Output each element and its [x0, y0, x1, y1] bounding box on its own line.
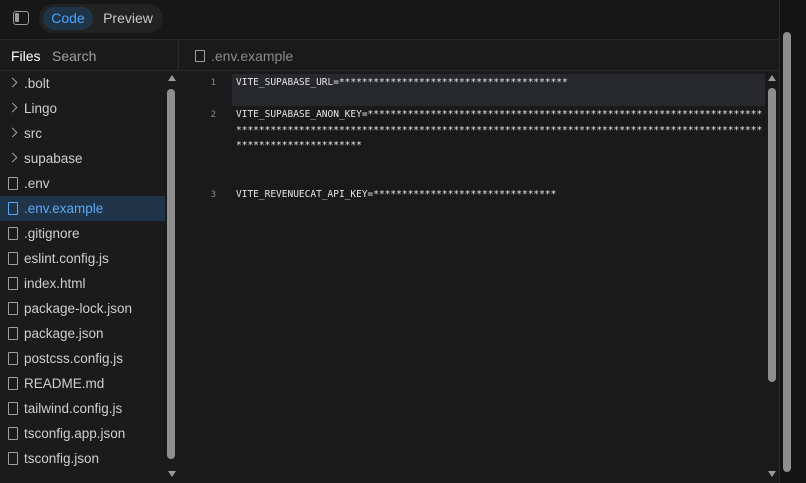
- file-icon: [8, 352, 18, 365]
- code-line[interactable]: VITE_SUPABASE_ANON_KEY=*****************…: [236, 107, 763, 154]
- tab-search[interactable]: Search: [52, 48, 96, 64]
- tree-item-label: tsconfig.json: [24, 451, 100, 466]
- scroll-down-icon[interactable]: [768, 471, 776, 477]
- tree-item-label: tsconfig.app.json: [24, 426, 126, 441]
- tree-folder-item[interactable]: supabase: [0, 146, 165, 171]
- file-icon: [195, 50, 205, 62]
- file-tree-scrollbar[interactable]: [165, 71, 179, 483]
- tab-files[interactable]: Files: [11, 48, 41, 64]
- code-line[interactable]: VITE_SUPABASE_URL=**********************…: [236, 75, 763, 91]
- chevron-right-icon: [7, 127, 18, 138]
- tree-item-label: postcss.config.js: [24, 351, 124, 366]
- tree-item-label: .gitignore: [24, 226, 80, 241]
- file-icon: [8, 452, 18, 465]
- tree-item-label: package-lock.json: [24, 301, 133, 316]
- file-panel-tabs: Files Search: [0, 40, 179, 71]
- scroll-up-icon[interactable]: [168, 75, 176, 81]
- file-icon: [8, 202, 18, 215]
- scrollbar-thumb[interactable]: [783, 32, 791, 472]
- editor-file-tab[interactable]: .env.example: [180, 40, 779, 71]
- view-switch: Code Preview: [39, 4, 163, 33]
- tree-folder-item[interactable]: Lingo: [0, 96, 165, 121]
- editor-scrollbar[interactable]: [765, 71, 779, 483]
- tree-file-item[interactable]: tsconfig.app.json: [0, 421, 165, 446]
- top-toolbar: Code Preview: [0, 0, 779, 40]
- tree-item-label: supabase: [24, 151, 83, 166]
- file-explorer: Files Search .bolt Lingo src supabase .env .e…: [0, 40, 179, 483]
- line-number: 2: [210, 110, 216, 120]
- code-area[interactable]: 1 VITE_SUPABASE_URL=********************…: [180, 71, 765, 483]
- file-icon: [8, 277, 18, 290]
- tree-item-label: tailwind.config.js: [24, 401, 123, 416]
- line-number: 1: [210, 78, 216, 88]
- tree-item-label: package.json: [24, 326, 104, 341]
- tree-file-item[interactable]: README.md: [0, 371, 165, 396]
- file-icon: [8, 327, 18, 340]
- tree-folder-item[interactable]: .bolt: [0, 71, 165, 96]
- page-scrollbar[interactable]: [779, 0, 806, 483]
- chevron-right-icon: [7, 152, 18, 163]
- sidebar-toggle-icon[interactable]: [13, 11, 29, 25]
- tree-item-label: README.md: [24, 376, 105, 391]
- code-tab-button[interactable]: Code: [43, 7, 93, 30]
- file-icon: [8, 302, 18, 315]
- tree-item-label: .env: [24, 176, 50, 191]
- chevron-right-icon: [7, 77, 18, 88]
- tree-file-item[interactable]: .env: [0, 171, 165, 196]
- line-number: 3: [210, 190, 216, 200]
- tree-file-item[interactable]: package.json: [0, 321, 165, 346]
- file-icon: [8, 177, 18, 190]
- file-icon: [8, 252, 18, 265]
- tree-item-label: .bolt: [24, 76, 50, 91]
- tree-file-item[interactable]: package-lock.json: [0, 296, 165, 321]
- file-icon: [8, 402, 18, 415]
- tree-file-item[interactable]: tailwind.config.js: [0, 396, 165, 421]
- scroll-up-icon[interactable]: [768, 75, 776, 81]
- chevron-right-icon: [7, 102, 18, 113]
- scrollbar-thumb[interactable]: [167, 89, 175, 459]
- tree-file-item[interactable]: eslint.config.js: [0, 246, 165, 271]
- scroll-down-icon[interactable]: [168, 471, 176, 477]
- file-icon: [8, 427, 18, 440]
- tree-item-label: eslint.config.js: [24, 251, 109, 266]
- file-icon: [8, 227, 18, 240]
- tree-item-label: index.html: [24, 276, 86, 291]
- tree-item-label: Lingo: [24, 101, 58, 116]
- scrollbar-thumb[interactable]: [768, 88, 776, 382]
- tree-folder-item[interactable]: src: [0, 121, 165, 146]
- tree-item-label: src: [24, 126, 42, 141]
- file-tree: .bolt Lingo src supabase .env .env.example .gi…: [0, 71, 165, 483]
- tree-file-item[interactable]: .gitignore: [0, 221, 165, 246]
- preview-tab-button[interactable]: Preview: [97, 7, 159, 30]
- tree-file-item[interactable]: .env.example: [0, 196, 165, 221]
- tree-file-item[interactable]: index.html: [0, 271, 165, 296]
- editor-filename: .env.example: [211, 48, 294, 64]
- code-line[interactable]: VITE_REVENUECAT_API_KEY=****************…: [236, 187, 763, 203]
- code-editor: .env.example 1 VITE_SUPABASE_URL=*******…: [180, 40, 779, 483]
- tree-file-item[interactable]: postcss.config.js: [0, 346, 165, 371]
- tree-item-label: .env.example: [24, 201, 104, 216]
- tree-file-item[interactable]: tsconfig.json: [0, 446, 165, 471]
- file-icon: [8, 377, 18, 390]
